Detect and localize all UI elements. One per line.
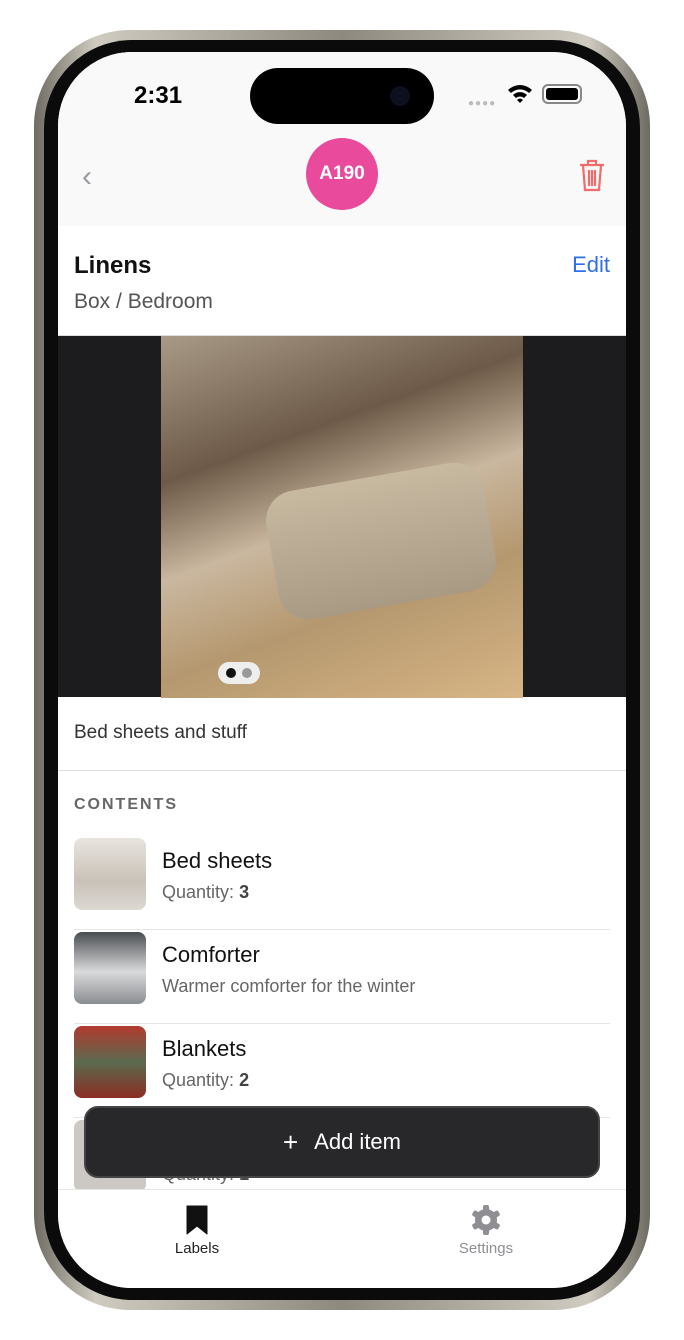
tab-labels[interactable]: Labels xyxy=(137,1204,257,1257)
dynamic-island xyxy=(250,68,434,124)
signal-icon: ●●●● xyxy=(468,98,497,109)
label-path: Box / Bedroom xyxy=(74,290,213,313)
divider xyxy=(58,770,626,771)
item-name: Blankets xyxy=(162,1036,247,1061)
item-subtitle: Quantity: 2 xyxy=(162,1070,250,1090)
label-description: Bed sheets and stuff xyxy=(74,722,247,743)
label-title: Linens xyxy=(74,252,152,279)
label-photo xyxy=(161,336,523,698)
screen: 2:31 ●●●● ‹ A190 Linens Edit Box / Bedro… xyxy=(58,52,626,1288)
status-time: 2:31 xyxy=(134,82,183,109)
bookmark-icon xyxy=(186,1205,208,1235)
item-thumbnail xyxy=(74,932,146,1004)
add-item-label: Add item xyxy=(314,1129,401,1154)
tab-bar: Labels Settings xyxy=(58,1189,626,1288)
item-subtitle: Warmer comforter for the winter xyxy=(162,976,416,996)
list-item[interactable]: Blankets Quantity: 2 xyxy=(74,1024,610,1118)
label-badge: A190 xyxy=(306,138,378,210)
plus-icon: + xyxy=(282,1126,299,1157)
tab-label: Labels xyxy=(174,1240,220,1257)
tab-settings[interactable]: Settings xyxy=(426,1204,546,1257)
wifi-icon xyxy=(508,85,532,103)
item-name: Bed sheets xyxy=(162,848,273,873)
contents-heading: CONTENTS xyxy=(74,796,178,813)
add-item-button[interactable]: + Add item xyxy=(84,1106,600,1178)
trash-icon[interactable] xyxy=(578,158,606,192)
battery-icon xyxy=(542,84,582,104)
edit-button[interactable]: Edit xyxy=(572,252,610,278)
item-thumbnail xyxy=(74,1026,146,1098)
photo-carousel[interactable] xyxy=(58,335,626,698)
list-item[interactable]: Comforter Warmer comforter for the winte… xyxy=(74,930,610,1024)
list-item[interactable]: Bed sheets Quantity: 3 xyxy=(74,836,610,930)
chevron-left-icon[interactable]: ‹ xyxy=(82,160,92,194)
header-bar: 2:31 ●●●● ‹ A190 xyxy=(58,52,626,226)
tab-label: Settings xyxy=(458,1240,514,1257)
item-thumbnail xyxy=(74,838,146,910)
gear-icon xyxy=(472,1205,500,1235)
carousel-pager[interactable] xyxy=(218,662,260,684)
item-subtitle: Quantity: 3 xyxy=(162,882,250,902)
item-name: Comforter xyxy=(162,942,260,967)
